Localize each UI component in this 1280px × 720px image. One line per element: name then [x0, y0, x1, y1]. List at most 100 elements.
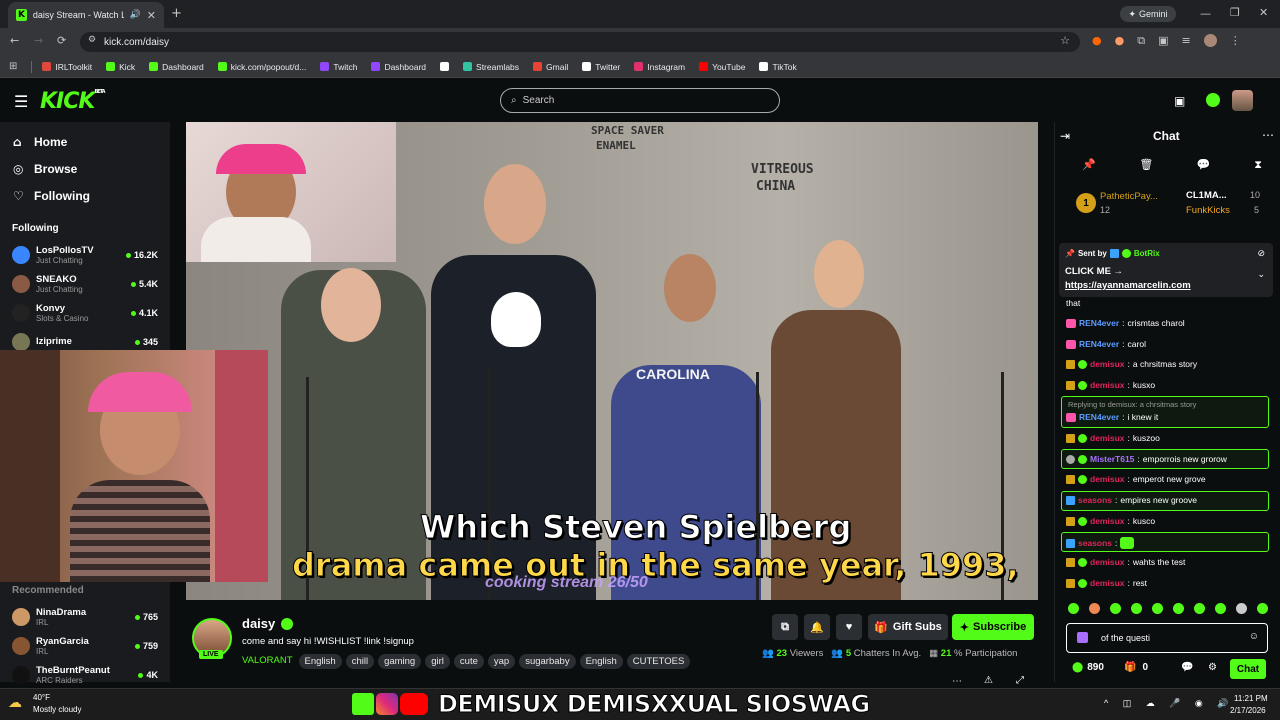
new-tab-icon[interactable]: +: [171, 6, 182, 21]
chat-message[interactable]: REN4ever: i knew it: [1066, 412, 1158, 422]
gifts-display[interactable]: 🎁 0: [1124, 662, 1148, 673]
extension-icon[interactable]: ●: [1092, 34, 1102, 48]
maximize-icon[interactable]: ❐: [1230, 6, 1240, 19]
back-icon[interactable]: ←: [10, 34, 19, 47]
sidepanel-icon[interactable]: ▣: [1158, 34, 1168, 48]
bookmark-item[interactable]: Kick: [106, 62, 135, 72]
profile-avatar[interactable]: [1203, 34, 1217, 47]
browser-tab[interactable]: K daisy Stream - Watch Live o 🔊 ✕: [8, 2, 164, 28]
chat-username[interactable]: seasons: [1078, 495, 1112, 505]
chat-username[interactable]: REN4ever: [1079, 318, 1119, 328]
site-info-icon[interactable]: ⚙: [88, 35, 96, 45]
chat-username[interactable]: REN4ever: [1079, 339, 1119, 349]
puzzle-icon[interactable]: ⧉: [1137, 34, 1145, 48]
channel-item[interactable]: LosPollosTV Just Chatting 16.2K: [0, 240, 170, 269]
chat-bubble-icon[interactable]: 💬: [1197, 158, 1211, 172]
chat-username[interactable]: demisux: [1090, 578, 1125, 588]
chat-message[interactable]: demisux: kusco: [1066, 516, 1155, 526]
chat-menu-icon[interactable]: ⋯: [1262, 128, 1274, 142]
bookmark-item[interactable]: Streamlabs: [463, 62, 519, 72]
channel-item[interactable]: NinaDrama IRL 765: [0, 602, 170, 631]
chat-input[interactable]: of the questi ☺: [1066, 623, 1268, 653]
speaker-icon[interactable]: 🔊: [130, 10, 141, 20]
channel-item[interactable]: RyanGarcia IRL 759: [0, 631, 170, 660]
stream-tag[interactable]: girl: [425, 654, 450, 669]
close-tab-icon[interactable]: ✕: [147, 9, 156, 22]
kick-icon[interactable]: [1206, 93, 1220, 107]
emoji-icon[interactable]: ☺: [1249, 631, 1259, 642]
tray-icons[interactable]: ^ ◫ ☁ 🎤 ◉ 🔊: [1104, 698, 1235, 709]
bookmark-item[interactable]: TikTok: [759, 62, 797, 72]
emote-icon[interactable]: [1110, 603, 1121, 614]
clip-icon[interactable]: ▣: [1174, 94, 1185, 108]
bookmark-item[interactable]: IRLToolkit: [42, 62, 92, 72]
bookmark-item[interactable]: kick.com/popout/d...: [217, 62, 306, 72]
bookmark-item[interactable]: Dashboard: [371, 62, 426, 72]
stream-tag[interactable]: English: [579, 654, 623, 669]
chat-username[interactable]: MisterT615: [1090, 454, 1134, 464]
subscribe-button[interactable]: ✦ Subscribe: [952, 614, 1034, 640]
pinned-link[interactable]: https://ayannamarcelin.com: [1065, 280, 1191, 291]
extension-icon[interactable]: ●: [1115, 34, 1125, 48]
emote-icon[interactable]: [1215, 603, 1226, 614]
bookmark-item[interactable]: [440, 62, 450, 71]
apps-grid-icon[interactable]: ⊞: [9, 61, 17, 72]
user-avatar[interactable]: [1232, 90, 1253, 111]
nav-home[interactable]: ⌂ Home: [0, 128, 170, 155]
chat-message[interactable]: demisux: kuszoo: [1066, 433, 1160, 443]
notify-button[interactable]: 🔔: [804, 614, 830, 640]
bookmark-item[interactable]: Twitch: [320, 62, 357, 72]
nav-browse[interactable]: ◎ Browse: [0, 155, 170, 182]
settings-gear-icon[interactable]: ⚙: [1208, 662, 1217, 673]
emote-icon[interactable]: [1236, 603, 1247, 614]
emote-icon[interactable]: [1131, 603, 1142, 614]
chat-username[interactable]: demisux: [1090, 474, 1125, 484]
points-display[interactable]: ⬤ 890: [1072, 662, 1104, 673]
bookmark-item[interactable]: Dashboard: [149, 62, 204, 72]
follow-button[interactable]: ♥: [836, 614, 862, 640]
gemini-button[interactable]: ✦ Gemini: [1120, 6, 1176, 22]
chat-message[interactable]: demisux: kusxo: [1066, 380, 1155, 390]
more-menu-icon[interactable]: ⋮: [1230, 34, 1241, 48]
url-field[interactable]: ⚙ kick.com/daisy ☆: [80, 32, 1080, 52]
chat-username[interactable]: demisux: [1090, 433, 1125, 443]
expand-chevron-icon[interactable]: ⌄: [1257, 269, 1265, 280]
chat-username[interactable]: REN4ever: [1079, 412, 1119, 422]
emote-icon[interactable]: [1089, 603, 1100, 614]
chat-message[interactable]: seasons: empires new groove: [1066, 495, 1197, 505]
chat-username[interactable]: demisux: [1090, 516, 1125, 526]
theater-icon[interactable]: ⤢: [1016, 675, 1024, 686]
bookmark-item[interactable]: Instagram: [634, 62, 685, 72]
stream-tag[interactable]: English: [298, 654, 342, 669]
emote-icon[interactable]: [1257, 603, 1268, 614]
search-input[interactable]: ⌕ Search: [500, 88, 780, 113]
chat-message[interactable]: MisterT615: emporrois new grorow: [1066, 454, 1227, 464]
chat-bubble-icon[interactable]: 💬: [1181, 662, 1193, 673]
channel-item[interactable]: TheBurntPeanut ARC Raiders 4K: [0, 660, 170, 689]
bookmark-item[interactable]: YouTube: [699, 62, 745, 72]
chat-username[interactable]: demisux: [1090, 557, 1125, 567]
hamburger-menu-icon[interactable]: ☰: [14, 92, 28, 111]
streamer-name[interactable]: daisy: [242, 616, 275, 631]
stream-tag[interactable]: CUTETOES: [626, 654, 691, 669]
chat-message[interactable]: demisux: emperot new grove: [1066, 474, 1206, 484]
emote-icon[interactable]: [1068, 603, 1079, 614]
trash-icon[interactable]: 🗑: [1139, 158, 1153, 172]
emote-icon[interactable]: [1194, 603, 1205, 614]
hourglass-icon[interactable]: ⧗: [1254, 158, 1262, 172]
chat-message[interactable]: seasons:: [1066, 537, 1135, 549]
stream-tag[interactable]: chill: [345, 654, 375, 669]
reading-list-icon[interactable]: ≡: [1181, 34, 1190, 48]
bookmark-item[interactable]: Gmail: [533, 62, 568, 72]
chat-message[interactable]: demisux: a chrsitmas story: [1066, 359, 1197, 369]
category-link[interactable]: VALORANT: [242, 655, 293, 666]
emote-icon[interactable]: [1173, 603, 1184, 614]
share-icon[interactable]: ⋯: [952, 676, 962, 687]
channel-item[interactable]: SNEAKO Just Chatting 5.4K: [0, 269, 170, 298]
stream-tag[interactable]: cute: [453, 654, 484, 669]
close-window-icon[interactable]: ✕: [1259, 6, 1268, 19]
bookmark-star-icon[interactable]: ☆: [1060, 34, 1070, 47]
report-icon[interactable]: ⚠: [984, 675, 993, 686]
gift-subs-button[interactable]: 🎁 Gift Subs: [868, 614, 948, 640]
chat-message[interactable]: REN4ever: crismtas charol: [1066, 318, 1185, 328]
